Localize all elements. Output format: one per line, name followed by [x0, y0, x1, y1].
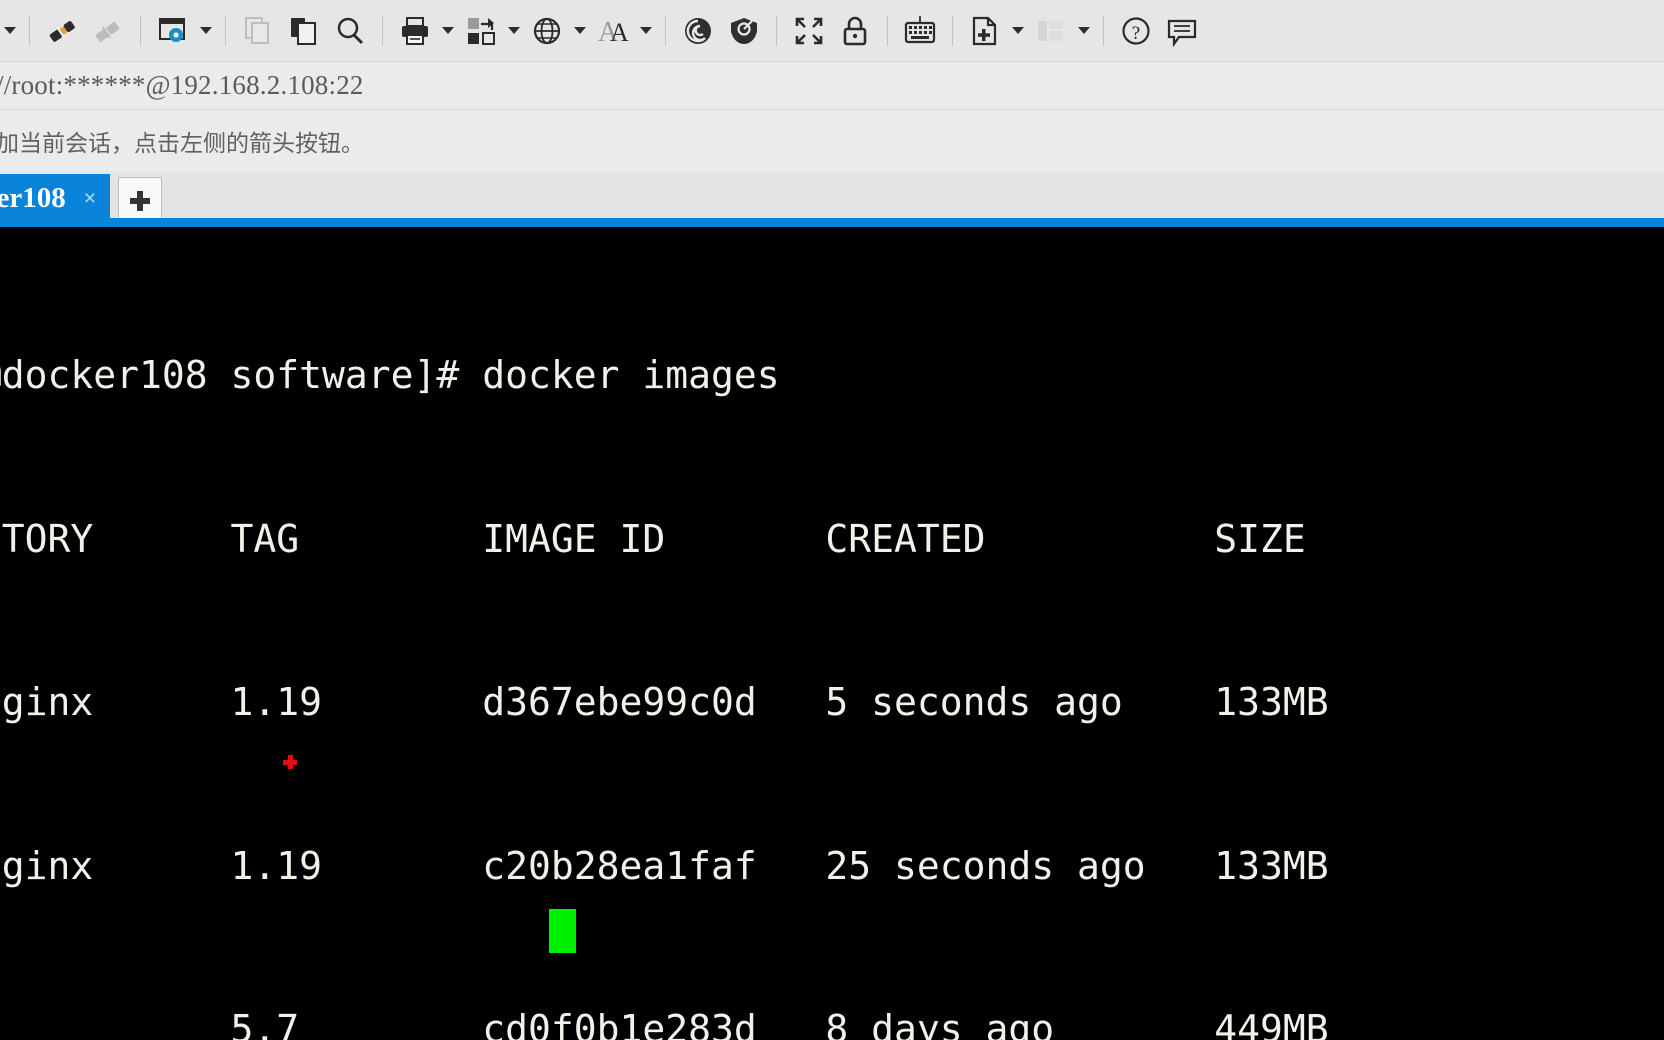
chevron-down-icon[interactable] [438, 8, 458, 54]
feedback-icon[interactable] [1159, 8, 1205, 54]
notice-bar-text: 加当前会话，点击左侧的箭头按钮。 [0, 131, 364, 157]
xftp-icon[interactable] [675, 8, 721, 54]
chevron-down-icon[interactable] [196, 8, 216, 54]
xagent-icon[interactable] [721, 8, 767, 54]
terminal-line: t@docker108 software]# docker images [0, 353, 780, 397]
print-icon[interactable] [392, 8, 438, 54]
session-properties-icon[interactable] [150, 8, 196, 54]
transfer-icon[interactable] [458, 8, 504, 54]
toolbar-separator [225, 15, 226, 46]
tab-label: er108 [0, 182, 66, 214]
connect-icon[interactable] [39, 8, 85, 54]
chevron-down-icon[interactable] [0, 8, 20, 54]
toolbar-separator [887, 15, 888, 46]
plus-icon [130, 190, 150, 211]
layout-icon[interactable] [1028, 8, 1074, 54]
globe-icon[interactable] [524, 8, 570, 54]
lock-icon[interactable] [832, 8, 878, 54]
toolbar-separator [665, 15, 666, 46]
main-toolbar: A A ? [0, 0, 1664, 62]
disconnect-icon[interactable] [85, 8, 131, 54]
toolbar-separator [29, 15, 30, 46]
svg-text:A: A [610, 18, 629, 47]
close-icon[interactable]: × [84, 188, 96, 209]
terminal-line: /nginx 1.19 d367ebe99c0d 5 seconds ago 1… [0, 680, 1329, 724]
terminal-output: t@docker108 software]# docker images SIT… [0, 239, 1352, 1040]
chevron-down-icon[interactable] [504, 8, 524, 54]
toolbar-separator [140, 15, 141, 46]
terminal-pane[interactable]: t@docker108 software]# docker images SIT… [0, 227, 1664, 1040]
copy-icon[interactable] [235, 8, 281, 54]
toolbar-separator [382, 15, 383, 46]
tab-accent-bar [0, 218, 1664, 227]
fullscreen-icon[interactable] [786, 8, 832, 54]
terminal-cursor [549, 909, 576, 953]
font-icon[interactable]: A A [590, 8, 636, 54]
keyboard-icon[interactable] [897, 8, 943, 54]
help-icon[interactable]: ? [1113, 8, 1159, 54]
terminal-line: SITORY TAG IMAGE ID CREATED SIZE [0, 516, 1306, 561]
chevron-down-icon[interactable] [636, 8, 656, 54]
search-icon[interactable] [327, 8, 373, 54]
notice-bar: 加当前会话，点击左侧的箭头按钮。 [0, 110, 1664, 172]
chevron-down-icon[interactable] [1008, 8, 1028, 54]
toolbar-separator [1103, 15, 1104, 46]
new-file-icon[interactable] [962, 8, 1008, 54]
chevron-down-icon[interactable] [1074, 8, 1094, 54]
address-bar-value[interactable]: //root:******@192.168.2.108:22 [0, 70, 364, 101]
address-bar[interactable]: //root:******@192.168.2.108:22 [0, 62, 1664, 110]
terminal-line: l 5.7 cd0f0b1e283d 8 days ago 449MB [0, 1007, 1329, 1040]
paste-icon[interactable] [281, 8, 327, 54]
toolbar-separator [776, 15, 777, 46]
tab-bar: er108 × [0, 172, 1664, 223]
toolbar-separator [952, 15, 953, 46]
tab-docker108[interactable]: er108 × [0, 174, 110, 223]
terminal-line: /nginx 1.19 c20b28ea1faf 25 seconds ago … [0, 843, 1329, 888]
mouse-pointer-marker [283, 755, 297, 769]
new-tab-button[interactable] [118, 177, 162, 223]
chevron-down-icon[interactable] [570, 8, 590, 54]
svg-text:?: ? [1132, 23, 1140, 44]
